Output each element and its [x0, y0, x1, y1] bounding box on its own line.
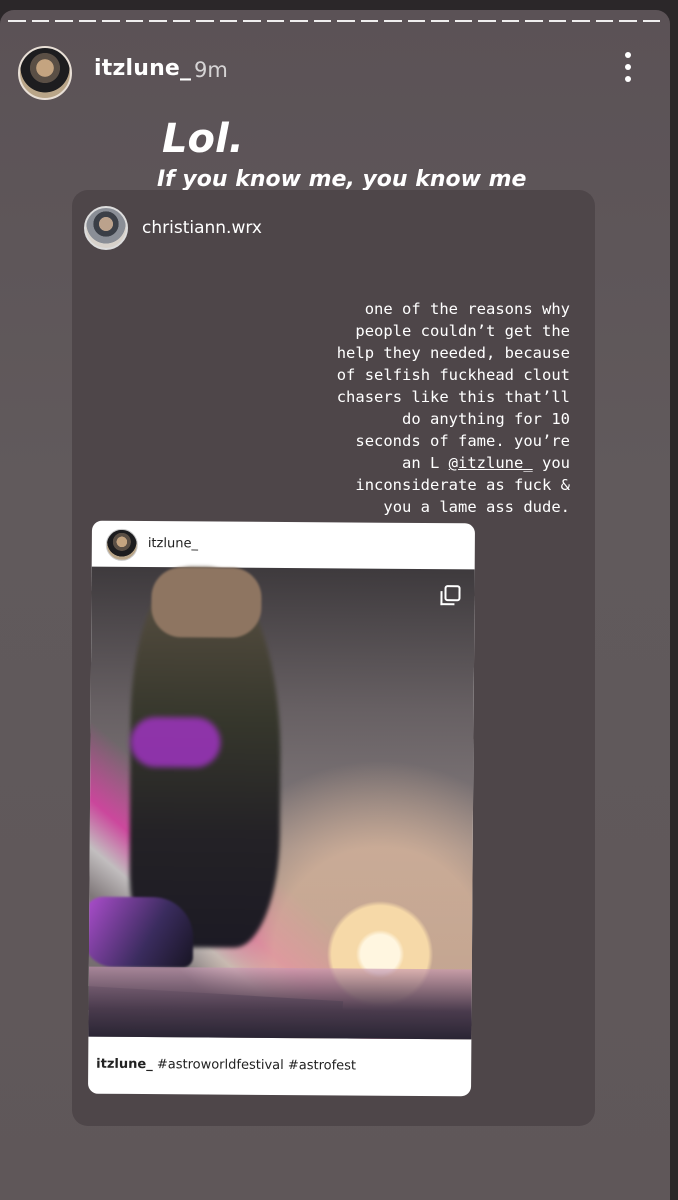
shared-username[interactable]: christiann.wrx: [142, 218, 262, 238]
story-time: 9m: [194, 58, 228, 82]
post-header: itzlune_: [92, 521, 475, 570]
story-frame: itzlune_ 9m Lol. If you know me, you kno…: [0, 10, 670, 1200]
shared-avatar[interactable]: [84, 206, 128, 250]
story-caption-title: Lol.: [162, 116, 244, 162]
post-caption-user[interactable]: itzlune_: [96, 1057, 153, 1072]
story-username[interactable]: itzlune_: [94, 56, 191, 81]
avatar[interactable]: [18, 46, 72, 100]
post-photo: [88, 566, 475, 1040]
story-header: itzlune_ 9m: [18, 46, 658, 102]
post-caption: itzlune_ #astroworldfestival #astrofest: [96, 1057, 356, 1074]
more-options-icon[interactable]: [618, 52, 638, 92]
post-username[interactable]: itzlune_: [148, 536, 198, 551]
story-caption-subtitle: If you know me, you know me: [157, 167, 527, 192]
carousel-icon: [444, 585, 461, 602]
post-avatar[interactable]: [105, 528, 138, 561]
story-progress-bar: [8, 20, 660, 23]
mention-link[interactable]: @itzlune_: [449, 454, 533, 472]
post-caption-text: #astroworldfestival #astrofest: [152, 1057, 357, 1074]
shared-quote-text: one of the reasons why people couldn’t g…: [336, 300, 570, 516]
embedded-post[interactable]: itzlune_ itzlune_ #astroworldfestival #a…: [88, 520, 475, 1097]
